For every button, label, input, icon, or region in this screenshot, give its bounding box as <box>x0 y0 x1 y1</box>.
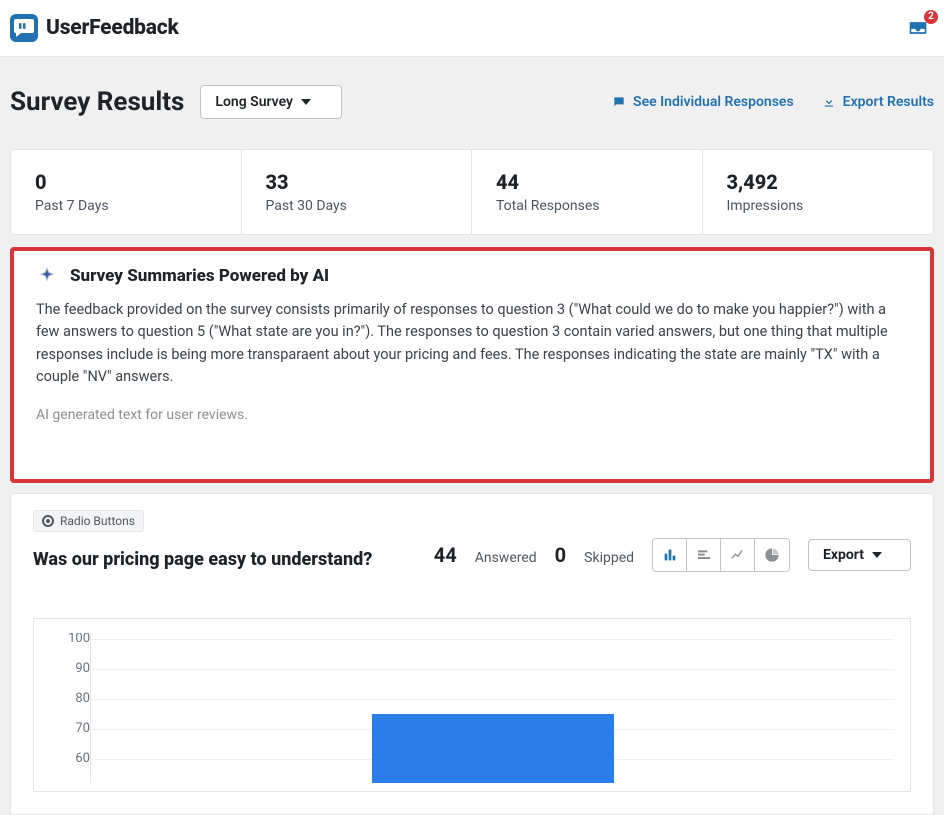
chevron-down-icon <box>872 552 882 558</box>
chart-container: 10090807060 <box>33 618 911 792</box>
line-chart-icon <box>730 547 746 563</box>
stat-past-30-days: 33 Past 30 Days <box>242 150 473 234</box>
stat-value: 33 <box>266 170 448 194</box>
chart-type-line[interactable] <box>721 539 755 571</box>
chat-icon <box>612 95 626 109</box>
question-export-label: Export <box>823 547 864 563</box>
chart-y-axis: 10090807060 <box>50 633 90 783</box>
ai-summary-body: The feedback provided on the survey cons… <box>36 299 908 389</box>
skipped-label: Skipped <box>584 550 634 566</box>
answered-count: 44 <box>434 543 457 567</box>
stat-total-responses: 44 Total Responses <box>472 150 703 234</box>
sparkle-icon <box>36 265 58 287</box>
answered-label: Answered <box>475 550 537 566</box>
brand-logo <box>10 14 38 42</box>
chart-y-tick: 100 <box>68 633 90 663</box>
ai-summary-footnote: AI generated text for user reviews. <box>36 407 908 423</box>
chevron-down-icon <box>301 99 311 105</box>
survey-selector-label: Long Survey <box>215 94 293 110</box>
stat-label: Past 30 Days <box>266 198 448 214</box>
stat-label: Impressions <box>727 198 910 214</box>
stat-value: 3,492 <box>727 170 910 194</box>
stat-value: 0 <box>35 170 217 194</box>
radio-icon <box>42 515 54 527</box>
see-individual-responses-label: See Individual Responses <box>633 94 794 110</box>
question-card: Radio Buttons Was our pricing page easy … <box>10 493 934 815</box>
bar-chart-icon <box>662 547 678 563</box>
chart-type-toggle <box>652 538 790 572</box>
skipped-count: 0 <box>555 543 566 567</box>
chart-bar <box>372 714 614 783</box>
stat-value: 44 <box>496 170 678 194</box>
chart-type-pie[interactable] <box>755 539 789 571</box>
question-type-tag: Radio Buttons <box>33 510 144 532</box>
stats-row: 0 Past 7 Days 33 Past 30 Days 44 Total R… <box>10 149 934 235</box>
stat-label: Past 7 Days <box>35 198 217 214</box>
hbar-chart-icon <box>696 547 712 563</box>
chart-y-tick: 90 <box>75 663 90 693</box>
export-results-link[interactable]: Export Results <box>822 94 934 110</box>
export-results-label: Export Results <box>843 94 934 110</box>
stat-past-7-days: 0 Past 7 Days <box>11 150 242 234</box>
notifications-badge: 2 <box>924 10 938 24</box>
brand-name: UserFeedback <box>46 16 179 40</box>
download-icon <box>822 95 836 109</box>
chart-y-tick: 60 <box>75 753 90 783</box>
chart-type-bar[interactable] <box>653 539 687 571</box>
ai-summary-title: Survey Summaries Powered by AI <box>70 266 329 286</box>
chart-y-tick: 80 <box>75 693 90 723</box>
survey-selector[interactable]: Long Survey <box>200 85 342 119</box>
pie-chart-icon <box>764 547 780 563</box>
stat-impressions: 3,492 Impressions <box>703 150 934 234</box>
chart-y-tick: 70 <box>75 723 90 753</box>
page-title: Survey Results <box>10 87 184 117</box>
chart-type-hbar[interactable] <box>687 539 721 571</box>
question-type-label: Radio Buttons <box>60 514 135 528</box>
chart-plot-area <box>90 633 894 783</box>
ai-summary-card: Survey Summaries Powered by AI The feedb… <box>10 247 934 483</box>
question-export-button[interactable]: Export <box>808 539 911 571</box>
notifications-inbox[interactable]: 2 <box>904 16 932 40</box>
see-individual-responses-link[interactable]: See Individual Responses <box>612 94 794 110</box>
stat-label: Total Responses <box>496 198 678 214</box>
question-title: Was our pricing page easy to understand? <box>33 549 372 570</box>
